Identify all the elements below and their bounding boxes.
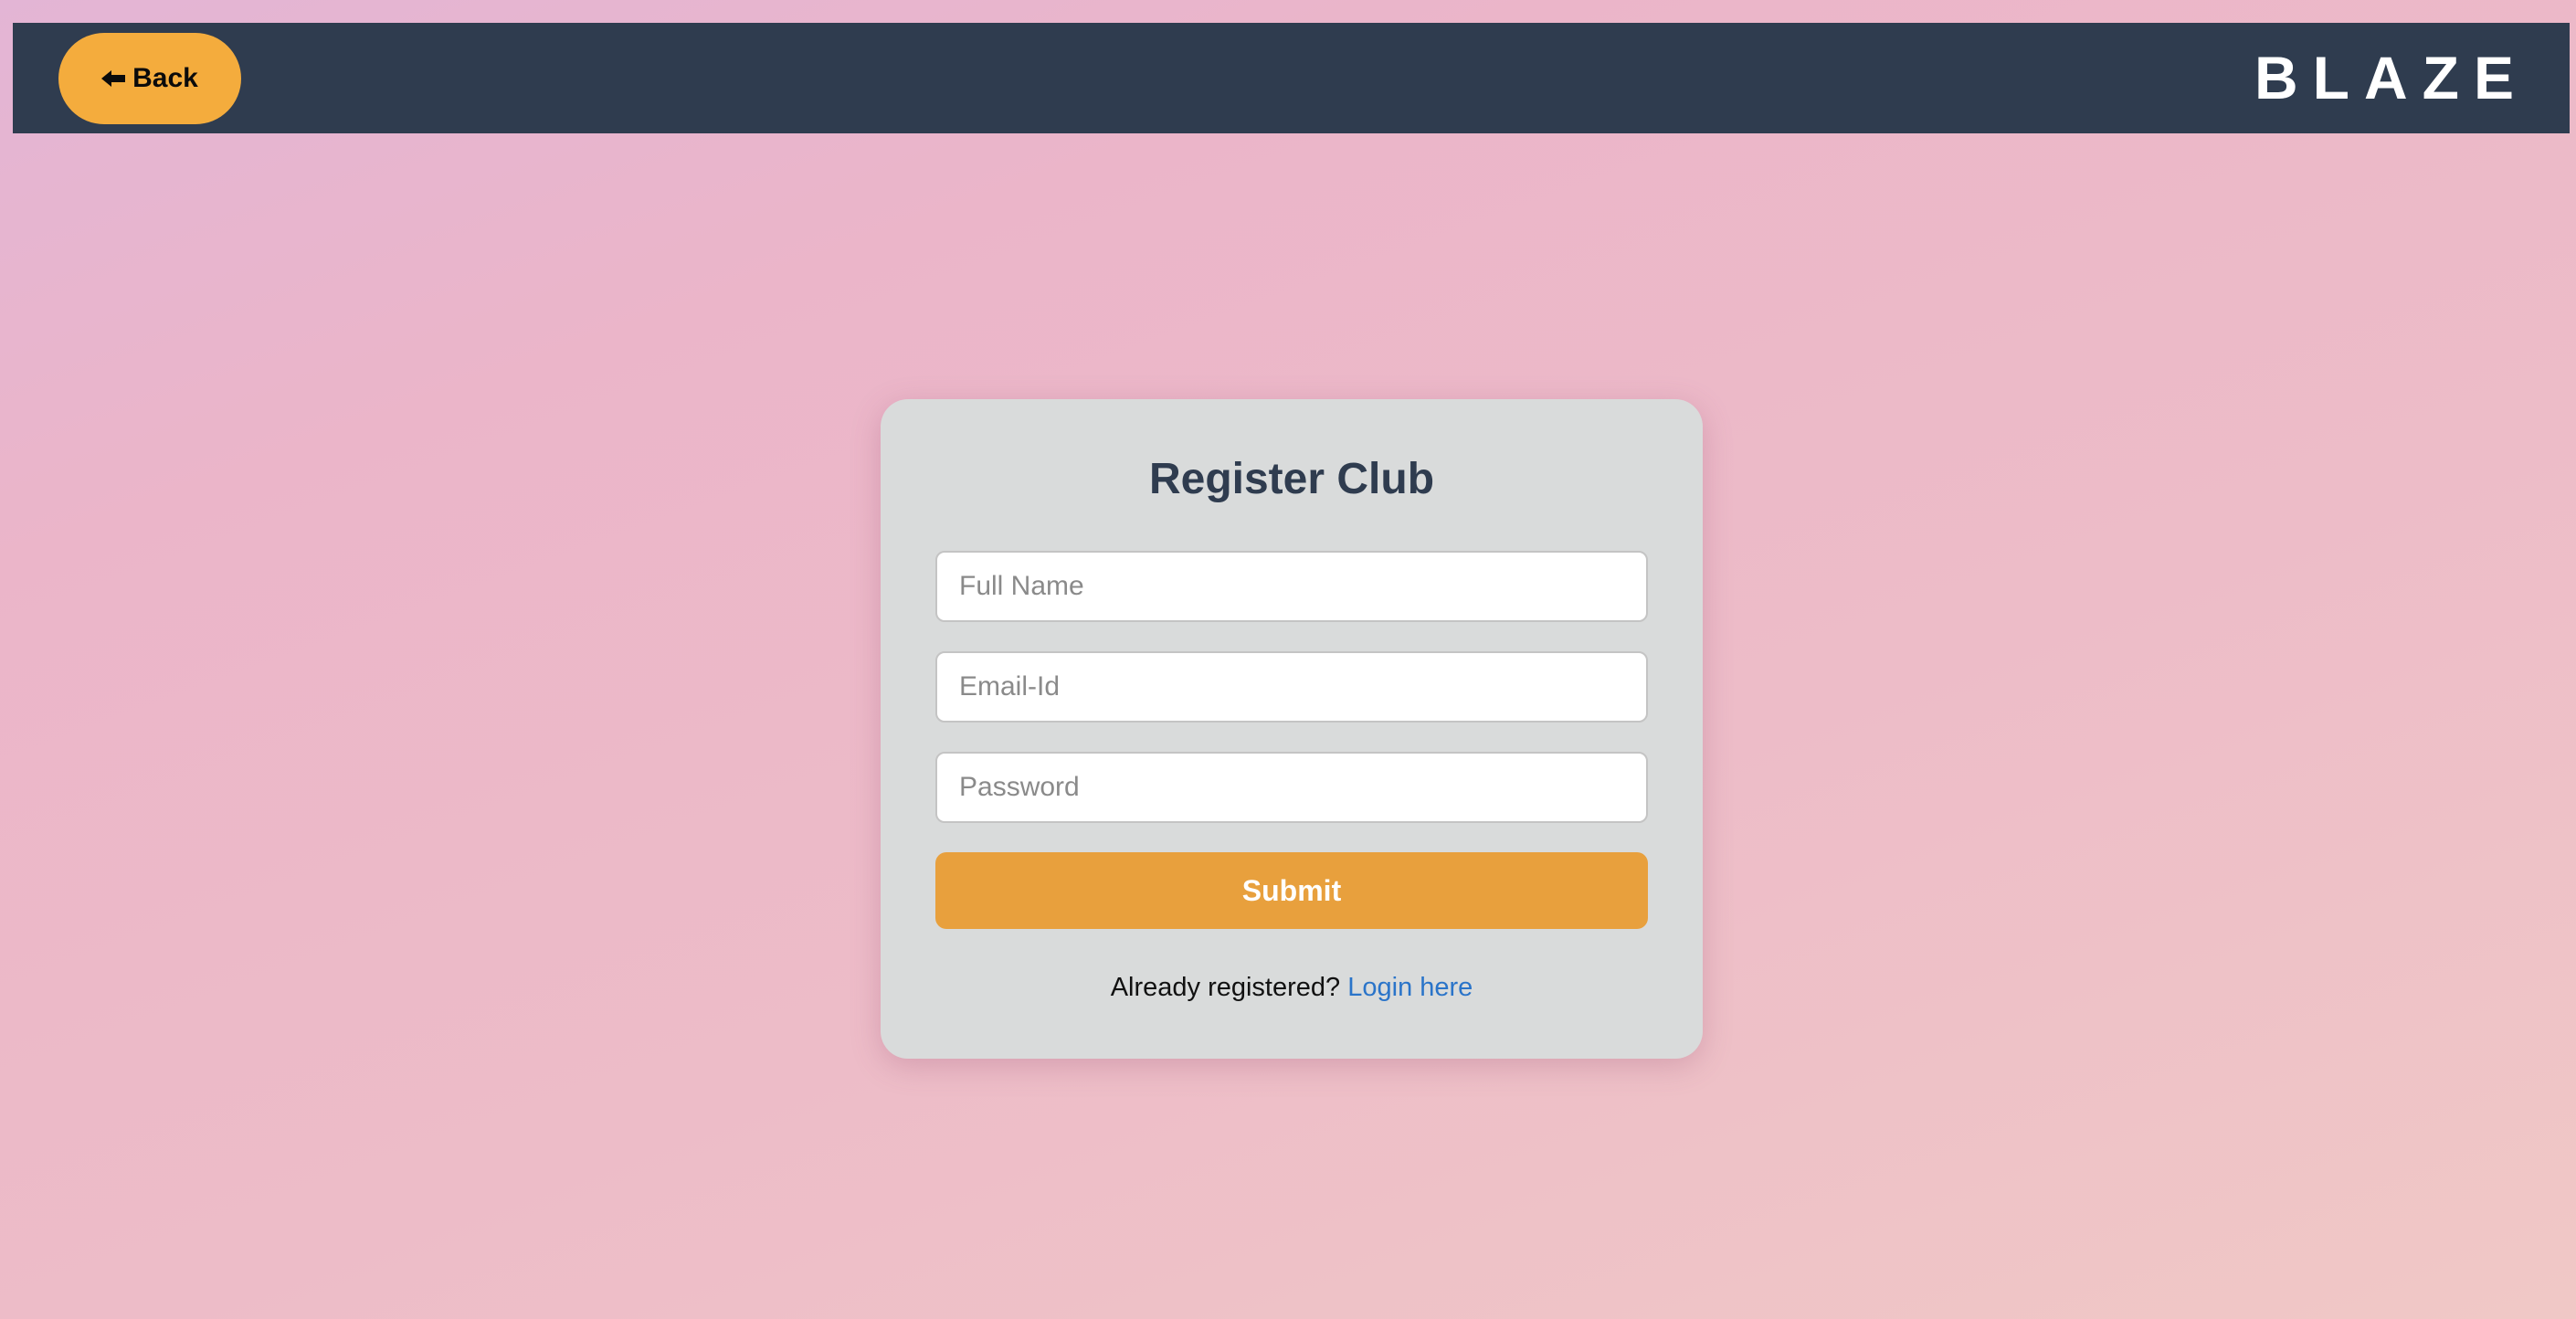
brand-logo: BLAZE <box>2254 44 2528 111</box>
submit-button[interactable]: Submit <box>935 852 1648 929</box>
back-button-label: Back <box>132 63 198 93</box>
top-navbar: Back BLAZE <box>13 23 2570 133</box>
login-link[interactable]: Login here <box>1347 973 1473 1002</box>
full-name-input[interactable] <box>935 551 1648 622</box>
register-card: Register Club Submit Already registered?… <box>881 399 1703 1059</box>
arrow-left-icon <box>101 69 126 88</box>
login-prompt: Already registered? Login here <box>881 973 1703 1003</box>
form-title: Register Club <box>1148 455 1435 503</box>
password-input[interactable] <box>935 752 1648 823</box>
email-input[interactable] <box>935 651 1648 723</box>
back-button[interactable]: Back <box>58 33 241 124</box>
login-prompt-text: Already registered? <box>1110 973 1341 1002</box>
